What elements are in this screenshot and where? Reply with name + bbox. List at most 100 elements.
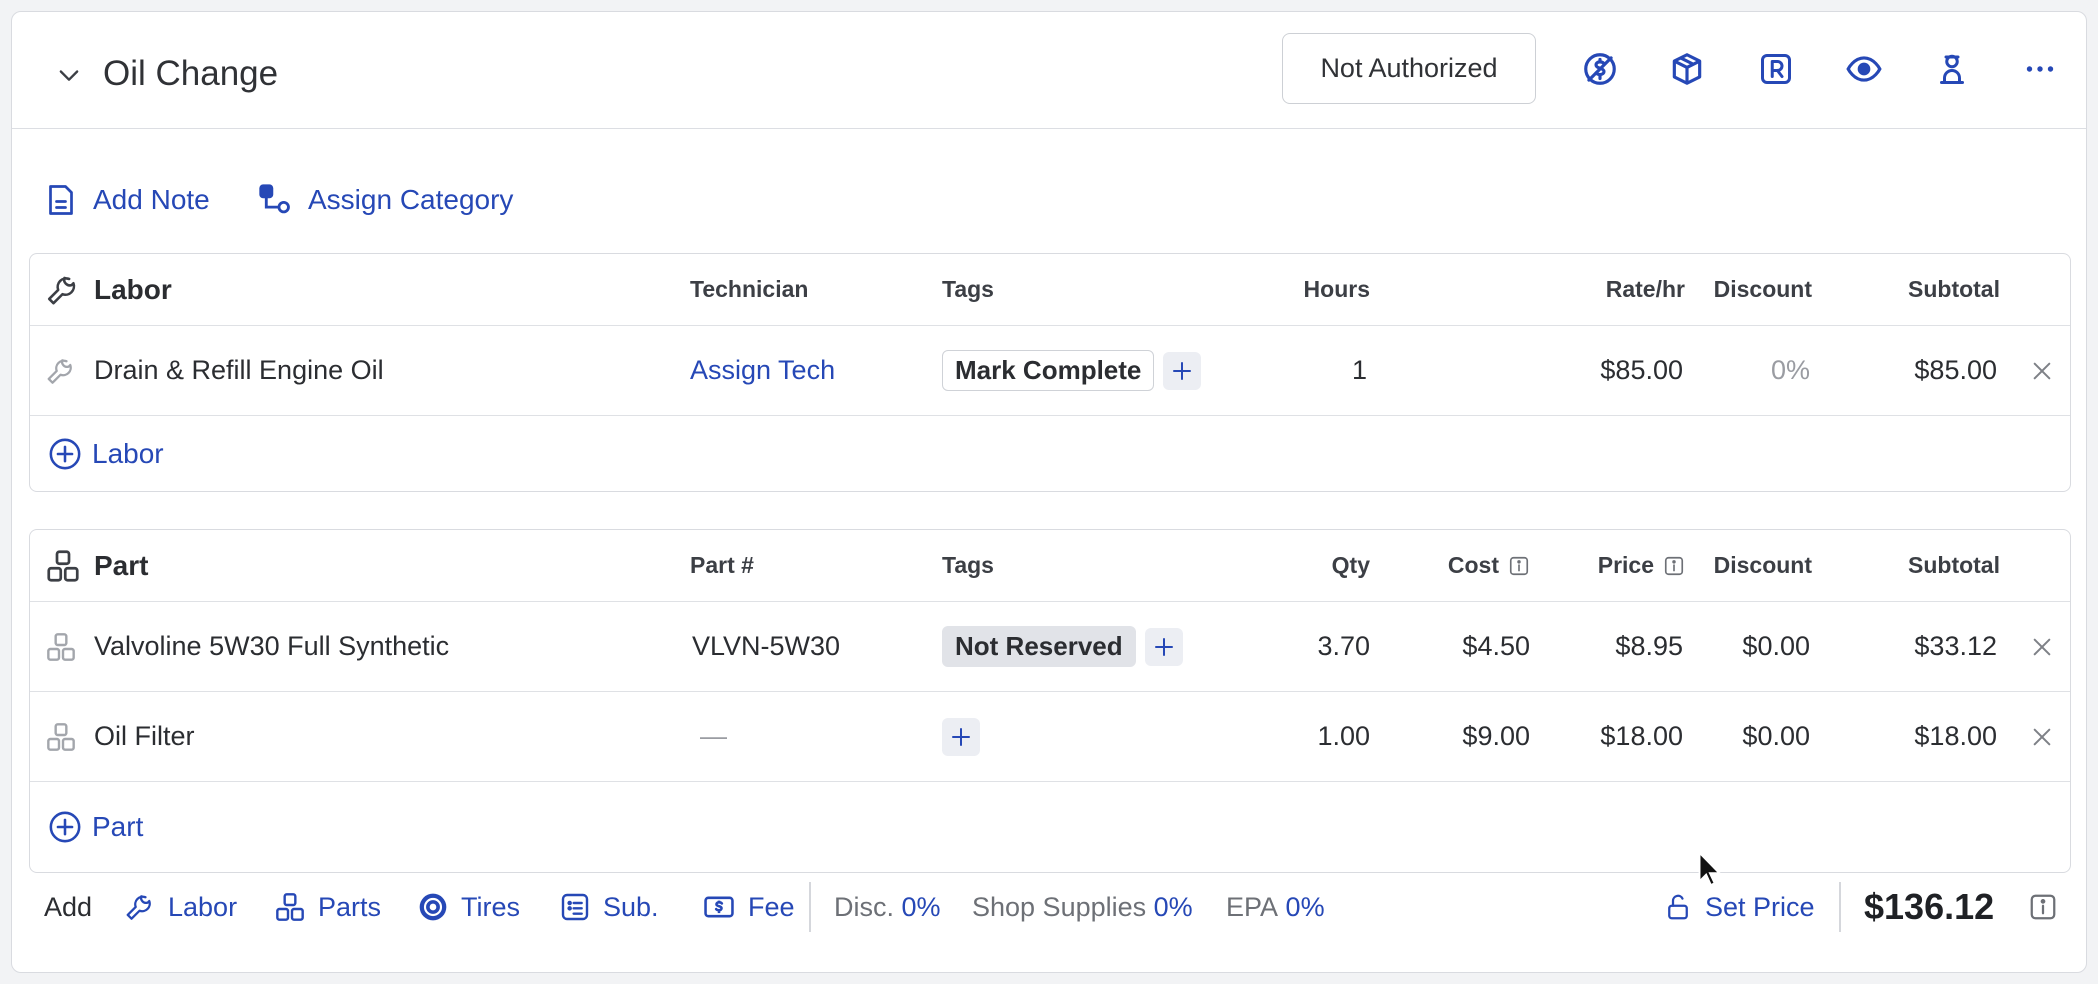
- part-price[interactable]: $8.95: [1530, 602, 1683, 691]
- add-labor-button[interactable]: Labor: [48, 437, 164, 471]
- footer-add-label: Add: [44, 891, 93, 922]
- not-reserved-tag[interactable]: Not Reserved: [942, 626, 1136, 667]
- part-number[interactable]: VLVN-5W30: [692, 602, 840, 691]
- set-price-label: Set Price: [1705, 891, 1815, 922]
- no-charge-icon[interactable]: [1576, 45, 1624, 93]
- set-price-button[interactable]: Set Price: [1663, 867, 1815, 947]
- footer-tires-label: Tires: [461, 891, 520, 922]
- col-subtotal: Subtotal: [1908, 276, 2000, 302]
- col-cost: Cost: [1370, 530, 1530, 601]
- col-hours: Hours: [1303, 276, 1370, 302]
- col-part-number: Part #: [690, 552, 754, 578]
- add-note-label: Add Note: [93, 184, 210, 215]
- footer-disc-value: 0%: [901, 891, 941, 922]
- footer-shop-supplies-label: Shop Supplies: [972, 891, 1147, 922]
- parts-header-row: Part Part # Tags Qty Cost Price Discount…: [30, 530, 2070, 602]
- more-icon[interactable]: [2016, 45, 2064, 93]
- total-info-icon[interactable]: [2028, 867, 2070, 947]
- parts-section: Part Part # Tags Qty Cost Price Discount…: [29, 529, 2071, 873]
- part-tags-cell: Not Reserved: [942, 602, 1183, 691]
- part-discount[interactable]: $0.00: [1690, 602, 1810, 691]
- delete-row-close-icon[interactable]: [2022, 692, 2062, 781]
- footer-add-fee-button[interactable]: Fee: [702, 867, 795, 947]
- labor-subtotal: $85.00: [1914, 355, 1997, 385]
- technician-icon[interactable]: [1928, 45, 1976, 93]
- labor-rate[interactable]: $85.00: [1530, 326, 1683, 415]
- add-part-button[interactable]: Part: [48, 810, 143, 844]
- unlock-icon: [1668, 894, 1688, 920]
- add-note-button[interactable]: Add Note: [43, 172, 210, 228]
- box-icon[interactable]: [1663, 45, 1711, 93]
- tire-icon: [419, 893, 447, 921]
- part-cost[interactable]: $4.50: [1370, 602, 1530, 691]
- part-subtotal: $18.00: [1914, 721, 1997, 751]
- cost-info-icon[interactable]: [1508, 555, 1530, 577]
- footer-shop-supplies[interactable]: Shop Supplies 0%: [972, 867, 1193, 947]
- labor-hours[interactable]: 1: [1230, 326, 1367, 415]
- mark-complete-tag[interactable]: Mark Complete: [942, 350, 1155, 391]
- labor-wrench-icon: [45, 254, 81, 325]
- eye-icon[interactable]: [1840, 45, 1888, 93]
- assign-category-button[interactable]: Assign Category: [256, 172, 513, 228]
- footer-epa[interactable]: EPA 0%: [1226, 867, 1325, 947]
- parts-section-title: Part: [94, 549, 149, 581]
- parts-icon: [276, 893, 304, 921]
- parts-icon: [45, 530, 81, 601]
- note-icon: [49, 185, 73, 215]
- footer-parts-label: Parts: [318, 891, 382, 922]
- r-badge-icon[interactable]: [1752, 45, 1800, 93]
- table-row: Oil Filter — 1.00 $9.00 $18.00 $0.00 $18…: [30, 692, 2070, 782]
- add-labor-label: Labor: [92, 437, 164, 469]
- sublet-list-icon: [561, 893, 589, 921]
- part-name[interactable]: Valvoline 5W30 Full Synthetic: [94, 602, 449, 691]
- part-name[interactable]: Oil Filter: [94, 692, 195, 781]
- add-tag-button[interactable]: [942, 717, 980, 756]
- footer-add-parts-button[interactable]: Parts: [274, 867, 381, 947]
- wrench-icon: [126, 895, 151, 920]
- labor-discount[interactable]: 0%: [1690, 326, 1810, 415]
- footer-fee-label: Fee: [748, 891, 795, 922]
- part-number[interactable]: —: [700, 692, 727, 781]
- price-info-icon[interactable]: [1663, 555, 1685, 577]
- footer-disc-label: Disc.: [834, 891, 894, 922]
- table-row: Drain & Refill Engine Oil Assign Tech Ma…: [30, 326, 2070, 416]
- add-tag-button[interactable]: [1144, 627, 1183, 666]
- table-row: Valvoline 5W30 Full Synthetic VLVN-5W30 …: [30, 602, 2070, 692]
- add-tag-button[interactable]: [1163, 351, 1202, 390]
- col-tags: Tags: [942, 552, 994, 578]
- col-technician: Technician: [690, 276, 809, 302]
- footer-epa-label: EPA: [1226, 891, 1279, 922]
- delete-row-close-icon[interactable]: [2022, 326, 2062, 415]
- labor-section: Labor Technician Tags Hours Rate/hr Disc…: [29, 253, 2071, 492]
- col-price-label: Price: [1597, 552, 1654, 578]
- plus-circle-icon: [49, 438, 81, 469]
- col-discount: Discount: [1713, 276, 1812, 302]
- plus-icon: [1154, 637, 1173, 656]
- footer-add-tires-button[interactable]: Tires: [417, 867, 520, 947]
- labor-name[interactable]: Drain & Refill Engine Oil: [94, 326, 384, 415]
- part-cost[interactable]: $9.00: [1370, 692, 1530, 781]
- col-price: Price: [1530, 530, 1685, 601]
- footer-discount[interactable]: Disc. 0%: [834, 867, 941, 947]
- part-discount[interactable]: $0.00: [1690, 692, 1810, 781]
- col-tags: Tags: [942, 276, 994, 302]
- footer-epa-value: 0%: [1285, 891, 1325, 922]
- part-qty[interactable]: 3.70: [1230, 602, 1370, 691]
- labor-row-wrench-icon: [45, 326, 77, 415]
- part-tags-cell: [933, 692, 980, 781]
- footer-add-sublet-button[interactable]: Sub.: [559, 867, 659, 947]
- collapse-chevron-icon[interactable]: [46, 52, 92, 98]
- assign-tech-link[interactable]: Assign Tech: [690, 326, 835, 415]
- assign-category-label: Assign Category: [308, 184, 514, 215]
- part-qty[interactable]: 1.00: [1230, 692, 1370, 781]
- footer-sub-label: Sub.: [603, 891, 659, 922]
- footer-add-labor-button[interactable]: Labor: [124, 867, 237, 947]
- part-price[interactable]: $18.00: [1530, 692, 1683, 781]
- labor-tags-cell: Mark Complete: [942, 326, 1202, 415]
- add-part-label: Part: [92, 811, 144, 842]
- add-labor-row: Labor: [30, 416, 2070, 491]
- service-title: Oil Change: [103, 54, 279, 93]
- delete-row-close-icon[interactable]: [2022, 602, 2062, 691]
- authorization-status-button[interactable]: Not Authorized: [1282, 33, 1536, 104]
- col-cost-label: Cost: [1447, 552, 1499, 578]
